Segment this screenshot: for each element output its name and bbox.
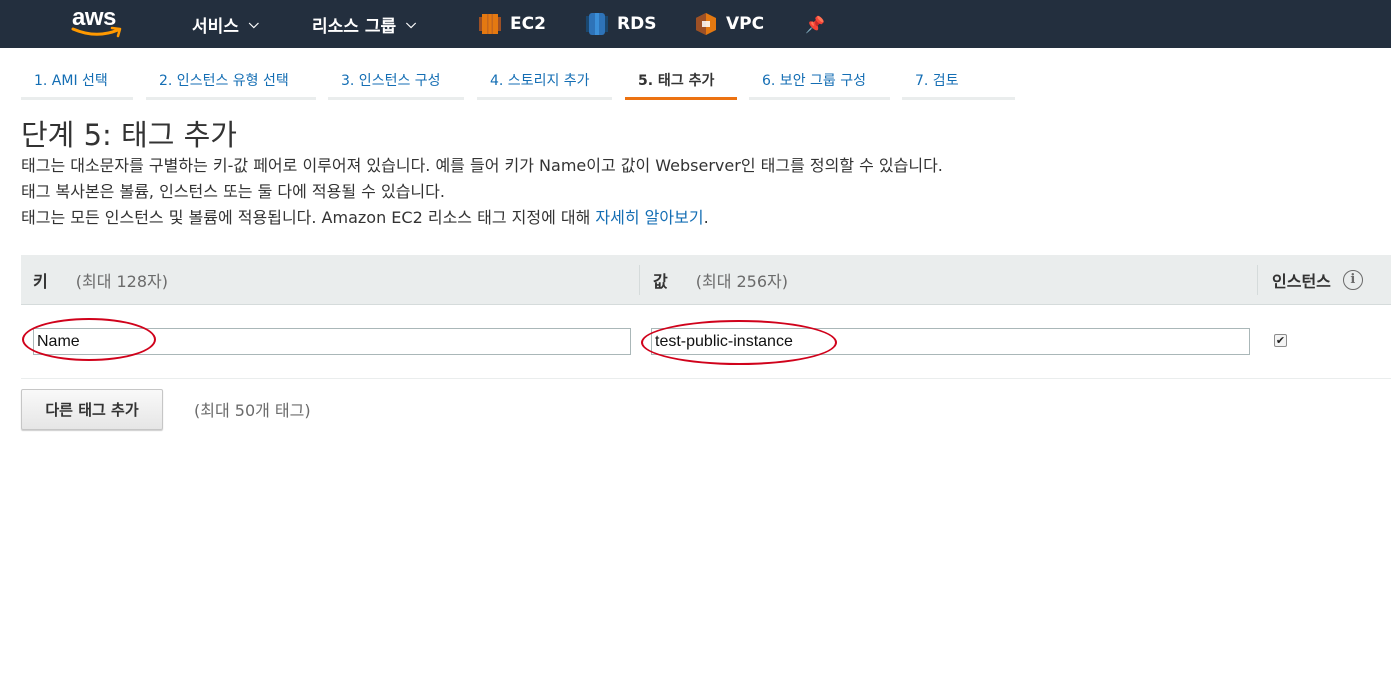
description-line-3: 태그는 모든 인스턴스 및 볼륨에 적용됩니다. Amazon EC2 리소스 … [21, 204, 709, 228]
shortcut-ec2[interactable]: EC2 [479, 0, 546, 48]
tab-label: 1. AMI 선택 [34, 73, 108, 89]
shortcut-rds[interactable]: RDS [586, 0, 656, 48]
services-label: 서비스 [192, 16, 239, 37]
chevron-down-icon: ⌵ [248, 16, 259, 32]
page-title: 단계 5: 태그 추가 [21, 118, 237, 152]
resource-groups-menu[interactable]: 리소스 그룹 ⌵ [312, 0, 416, 48]
top-nav-bar: aws 서비스 ⌵ 리소스 그룹 ⌵ EC2 RDS VPC 📌 [0, 0, 1391, 48]
description-text: 태그는 모든 인스턴스 및 볼륨에 적용됩니다. Amazon EC2 리소스 … [21, 208, 591, 227]
tab-add-storage[interactable]: 4. 스토리지 추가 [477, 58, 612, 100]
row-divider [21, 378, 1391, 379]
description-line-2: 태그 복사본은 볼륨, 인스턴스 또는 둘 다에 적용될 수 있습니다. [21, 182, 445, 201]
pin-button[interactable]: 📌 [805, 0, 825, 48]
instances-column-header: 인스턴스 i [1272, 255, 1363, 304]
info-icon[interactable]: i [1342, 269, 1363, 290]
ec2-icon [479, 14, 501, 34]
learn-more-link[interactable]: 자세히 알아보기 [595, 208, 703, 227]
description-period: . [703, 208, 709, 227]
tab-label: 7. 검토 [915, 73, 959, 89]
instances-checkbox[interactable]: ✔ [1274, 334, 1287, 347]
services-menu[interactable]: 서비스 ⌵ [192, 0, 259, 48]
tab-configure-instance[interactable]: 3. 인스턴스 구성 [328, 58, 464, 100]
instances-header-label: 인스턴스 [1272, 271, 1331, 291]
resource-groups-label: 리소스 그룹 [312, 16, 397, 37]
vpc-icon [696, 13, 716, 35]
description-line-1: 태그는 대소문자를 구별하는 키-값 페어로 이루어져 있습니다. 예를 들어 … [21, 156, 943, 175]
tag-limit-note: (최대 50개 태그) [194, 401, 311, 420]
value-header-label: 값 [653, 271, 668, 291]
add-another-tag-button[interactable]: 다른 태그 추가 [21, 389, 163, 430]
tab-review[interactable]: 7. 검토 [902, 58, 1015, 100]
key-limit-hint: (최대 128자) [75, 271, 169, 291]
value-limit-hint: (최대 256자) [695, 271, 789, 291]
tab-label: 2. 인스턴스 유형 선택 [159, 73, 289, 89]
tab-add-tags[interactable]: 5. 태그 추가 [625, 58, 737, 100]
key-header-label: 키 [33, 271, 48, 291]
shortcut-ec2-label: EC2 [510, 14, 546, 34]
tab-configure-security-group[interactable]: 6. 보안 그룹 구성 [749, 58, 890, 100]
shortcut-vpc-label: VPC [726, 14, 765, 34]
key-column-header: 키 (최대 128자) [33, 255, 168, 304]
rds-icon [586, 13, 608, 35]
tag-key-input[interactable] [33, 328, 631, 355]
aws-logo[interactable]: aws [70, 4, 130, 42]
chevron-down-icon: ⌵ [406, 16, 416, 32]
tab-choose-ami[interactable]: 1. AMI 선택 [21, 58, 133, 100]
tab-label: 5. 태그 추가 [638, 73, 715, 89]
shortcut-rds-label: RDS [617, 14, 657, 34]
tag-value-input[interactable] [651, 328, 1250, 355]
column-divider [1257, 265, 1258, 295]
tab-label: 6. 보안 그룹 구성 [762, 73, 866, 89]
column-divider [639, 265, 640, 295]
tab-label: 4. 스토리지 추가 [490, 73, 590, 89]
tab-choose-instance-type[interactable]: 2. 인스턴스 유형 선택 [146, 58, 316, 100]
pin-icon: 📌 [805, 14, 825, 34]
tab-label: 3. 인스턴스 구성 [341, 73, 441, 89]
tag-table-header: 키 (최대 128자) 값 (최대 256자) 인스턴스 i [21, 255, 1391, 305]
aws-smile-icon [71, 26, 122, 38]
shortcut-vpc[interactable]: VPC [695, 0, 764, 48]
value-column-header: 값 (최대 256자) [653, 255, 788, 304]
